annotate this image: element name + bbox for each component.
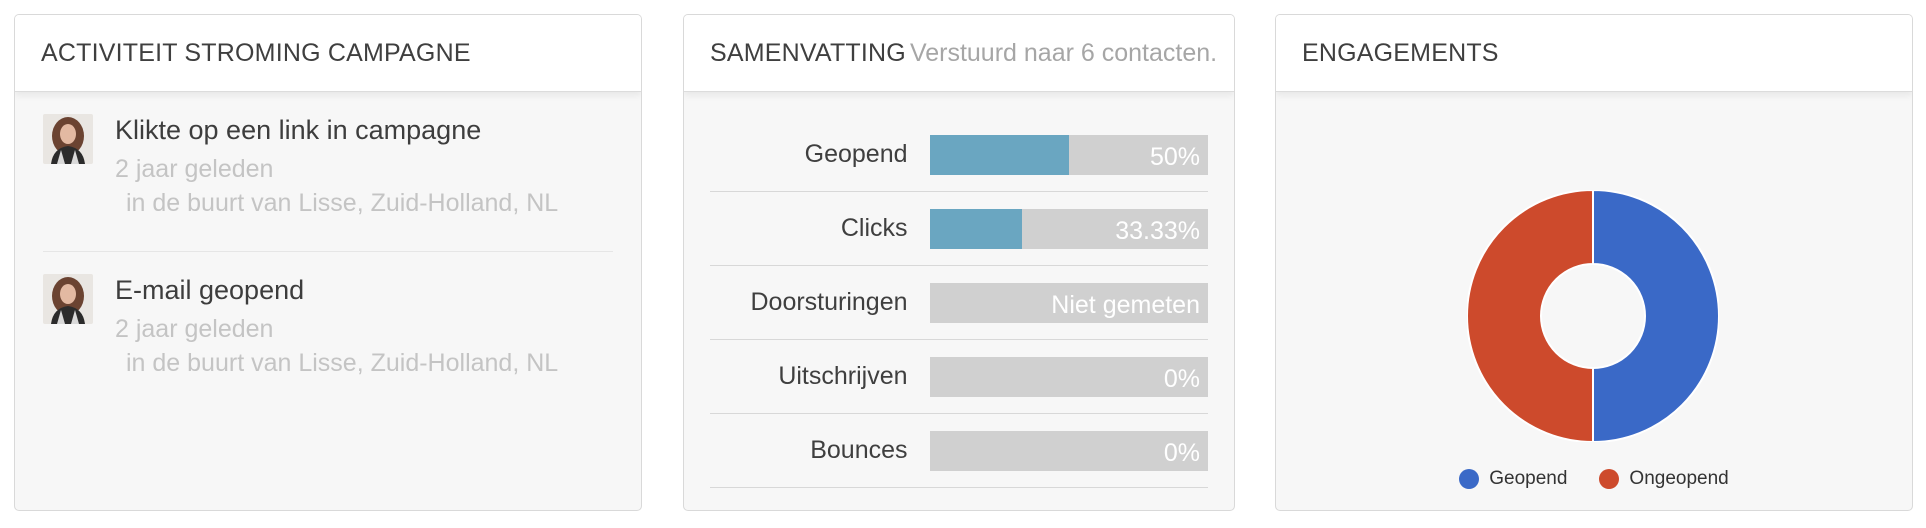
progress-value: 33.33% [1115, 216, 1200, 245]
avatar [43, 114, 93, 164]
summary-panel-header: SAMENVATTING Verstuurd naar 6 contacten. [684, 15, 1234, 92]
progress-value: 0% [1163, 438, 1200, 467]
summary-panel: SAMENVATTING Verstuurd naar 6 contacten.… [683, 14, 1235, 511]
activity-panel-header: ACTIVITEIT STROMING CAMPAGNE [15, 15, 641, 92]
activity-text: Klikte op een link in campagne 2 jaar ge… [115, 114, 558, 251]
progress-bar: 50% [929, 134, 1208, 175]
list-item: Klikte op een link in campagne 2 jaar ge… [43, 92, 613, 251]
list-item: E-mail geopend 2 jaar geleden in de buur… [43, 251, 613, 410]
engagements-panel-title: ENGAGEMENTS [1302, 38, 1499, 67]
activity-time: 2 jaar geleden [115, 155, 274, 183]
progress-value: 0% [1163, 364, 1200, 393]
summary-row-clicks: Clicks 33.33% [710, 192, 1208, 266]
summary-label: Doorsturingen [750, 288, 908, 316]
donut-slice-geopend[interactable] [1592, 188, 1720, 444]
summary-panel-subtitle: Verstuurd naar 6 contacten. [909, 38, 1218, 67]
legend-dot [1599, 469, 1620, 489]
progress-value: Niet gemeten [1051, 290, 1200, 319]
summary-row-bounces: Bounces 0% [710, 414, 1208, 488]
activity-location: in de buurt van Lisse, Zuid-Holland, NL [126, 349, 559, 377]
activity-list: Klikte op een link in campagne 2 jaar ge… [15, 92, 641, 410]
progress-bar: 33.33% [929, 208, 1208, 249]
progress-fill [929, 208, 1023, 249]
legend-label: Ongeopend [1629, 468, 1729, 489]
legend-label: Geopend [1489, 468, 1568, 489]
activity-title: Klikte op een link in campagne [115, 115, 482, 145]
summary-row-unsubscribes: Uitschrijven 0% [710, 340, 1208, 414]
progress-bar: 0% [929, 356, 1208, 397]
activity-panel: ACTIVITEIT STROMING CAMPAGNE Klikte op e… [14, 14, 642, 511]
summary-row-forwards: Doorsturingen Niet gemeten [710, 266, 1208, 340]
activity-panel-title: ACTIVITEIT STROMING CAMPAGNE [41, 38, 471, 67]
progress-fill [929, 134, 1069, 175]
summary-label: Geopend [804, 140, 908, 168]
activity-text: E-mail geopend 2 jaar geleden in de buur… [115, 274, 558, 410]
legend-item-opened[interactable]: Geopend [1459, 468, 1567, 490]
engagements-panel-header: ENGAGEMENTS [1276, 15, 1912, 92]
summary-label: Uitschrijven [778, 362, 908, 390]
donut-chart[interactable] [1466, 188, 1720, 444]
activity-location: in de buurt van Lisse, Zuid-Holland, NL [126, 189, 559, 217]
chart-legend: Geopend Ongeopend [1276, 468, 1912, 490]
engagements-panel: ENGAGEMENTS Geopend Ongeopend [1275, 14, 1913, 511]
summary-label: Clicks [840, 214, 908, 242]
summary-list: Geopend 50% Clicks 33.33% Doorsturingen … [684, 92, 1234, 488]
progress-bar: Niet gemeten [929, 282, 1208, 323]
activity-title: E-mail geopend [115, 275, 305, 305]
summary-row-opened: Geopend 50% [710, 118, 1208, 192]
legend-dot [1459, 469, 1480, 489]
summary-label: Bounces [810, 436, 908, 464]
progress-bar: 0% [929, 430, 1208, 471]
summary-panel-title: SAMENVATTING [710, 38, 906, 67]
donut-slice-ongeopend[interactable] [1466, 188, 1594, 444]
legend-item-unopened[interactable]: Ongeopend [1599, 468, 1729, 490]
activity-time: 2 jaar geleden [115, 315, 274, 343]
progress-value: 50% [1149, 142, 1200, 171]
avatar [43, 274, 93, 324]
donut-chart-container [1466, 188, 1720, 444]
